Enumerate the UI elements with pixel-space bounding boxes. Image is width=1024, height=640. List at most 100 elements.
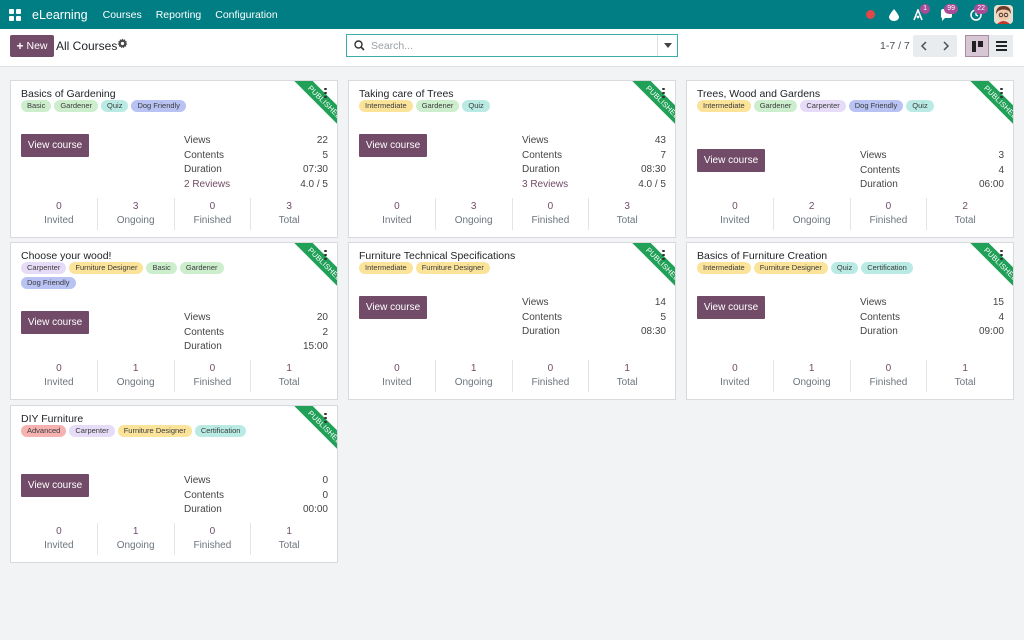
activity-icon[interactable]: 1 <box>906 0 930 29</box>
finished-label: Finished <box>531 377 570 388</box>
footer-finished[interactable]: 0 Finished <box>173 360 251 392</box>
footer-ongoing[interactable]: 3 Ongoing <box>96 198 174 230</box>
footer-invited[interactable]: 0 Invited <box>21 360 97 392</box>
footer-invited[interactable]: 0 Invited <box>21 523 97 555</box>
footer-total[interactable]: 3 Total <box>250 198 327 230</box>
course-card[interactable]: Basics of Furniture Creation PUBLISHED I… <box>686 242 1014 400</box>
card-dropdown-icon[interactable] <box>1000 250 1003 260</box>
new-button[interactable]: + New <box>10 35 54 57</box>
footer-finished[interactable]: 0 Finished <box>849 198 927 230</box>
menu-configuration[interactable]: Configuration <box>215 9 277 21</box>
finished-count: 0 <box>547 201 554 212</box>
view-course-button[interactable]: View course <box>697 149 765 172</box>
course-card[interactable]: Trees, Wood and Gardens PUBLISHED Interm… <box>686 80 1014 238</box>
list-view-button[interactable] <box>989 35 1013 57</box>
stat-contents: Contents 2 <box>184 326 328 341</box>
ongoing-label: Ongoing <box>116 377 155 388</box>
footer-ongoing[interactable]: 3 Ongoing <box>434 198 512 230</box>
ribbon-label: PUBLISHED <box>964 243 1013 301</box>
course-title[interactable]: Taking care of Trees <box>359 88 454 100</box>
footer-invited[interactable]: 0 Invited <box>21 198 97 230</box>
footer-finished[interactable]: 0 Finished <box>173 523 251 555</box>
course-tag: Intermediate <box>359 262 413 274</box>
view-course-button[interactable]: View course <box>21 474 89 497</box>
footer-invited[interactable]: 0 Invited <box>697 360 773 392</box>
user-avatar[interactable] <box>994 5 1013 24</box>
menu-courses[interactable]: Courses <box>103 9 142 21</box>
pager-next-button[interactable] <box>935 35 957 57</box>
total-label: Total <box>616 377 638 388</box>
clock-icon[interactable]: 22 <box>964 0 988 29</box>
menu-reporting[interactable]: Reporting <box>156 9 202 21</box>
course-title[interactable]: DIY Furniture <box>21 413 83 425</box>
stat-views: Views 15 <box>860 296 1004 311</box>
course-title[interactable]: Basics of Gardening <box>21 88 116 100</box>
new-button-label: New <box>26 40 48 52</box>
course-tag: Gardener <box>54 100 99 112</box>
footer-invited[interactable]: 0 Invited <box>359 360 435 392</box>
course-card[interactable]: Basics of Gardening PUBLISHED Basic Garde… <box>10 80 338 238</box>
card-dropdown-icon[interactable] <box>662 88 665 98</box>
course-card[interactable]: Furniture Technical Specifications PUBLI… <box>348 242 676 400</box>
status-dot-icon[interactable] <box>858 0 882 29</box>
course-card[interactable]: Choose your wood! PUBLISHED Carpenter Fur… <box>10 242 338 400</box>
footer-ongoing[interactable]: 1 Ongoing <box>434 360 512 392</box>
course-card[interactable]: DIY Furniture PUBLISHED Advanced Carpente… <box>10 405 338 563</box>
stat-contents: Contents 0 <box>184 489 328 504</box>
footer-ongoing[interactable]: 2 Ongoing <box>772 198 850 230</box>
pager-previous-button[interactable] <box>913 35 935 57</box>
course-title[interactable]: Trees, Wood and Gardens <box>697 88 820 100</box>
view-course-button[interactable]: View course <box>697 296 765 319</box>
stat-duration: Duration 08:30 <box>522 163 666 178</box>
course-title[interactable]: Basics of Furniture Creation <box>697 250 827 262</box>
course-tag: Dog Friendly <box>131 100 186 112</box>
kanban-view-button[interactable] <box>965 35 989 57</box>
card-dropdown-icon[interactable] <box>324 413 327 423</box>
footer-finished[interactable]: 0 Finished <box>849 360 927 392</box>
gear-icon[interactable] <box>117 38 128 52</box>
apps-menu-icon[interactable] <box>9 8 21 21</box>
footer-total[interactable]: 2 Total <box>926 198 1003 230</box>
card-dropdown-icon[interactable] <box>324 88 327 98</box>
view-course-button[interactable]: View course <box>359 296 427 319</box>
footer-finished[interactable]: 0 Finished <box>173 198 251 230</box>
footer-total[interactable]: 1 Total <box>250 360 327 392</box>
footer-ongoing[interactable]: 1 Ongoing <box>96 360 174 392</box>
stat-reviews: 2 Reviews 4.0 / 5 <box>184 178 328 193</box>
footer-total[interactable]: 1 Total <box>588 360 665 392</box>
view-course-button[interactable]: View course <box>21 311 89 334</box>
footer-finished[interactable]: 0 Finished <box>511 360 589 392</box>
reviews-link[interactable]: 2 Reviews <box>184 178 230 193</box>
reviews-link[interactable]: 3 Reviews <box>522 178 568 193</box>
search-icon[interactable] <box>347 40 371 51</box>
course-title[interactable]: Choose your wood! <box>21 250 111 262</box>
card-dropdown-icon[interactable] <box>324 250 327 260</box>
finished-label: Finished <box>193 215 232 226</box>
footer-total[interactable]: 3 Total <box>588 198 665 230</box>
course-card[interactable]: Taking care of Trees PUBLISHED Intermedi… <box>348 80 676 238</box>
footer-ongoing[interactable]: 1 Ongoing <box>772 360 850 392</box>
messages-icon[interactable]: 99 <box>934 0 958 29</box>
course-stats: Views 20 Contents 2 Duration 15:00 <box>184 311 328 355</box>
published-ribbon: PUBLISHED <box>615 81 675 141</box>
footer-total[interactable]: 1 Total <box>926 360 1003 392</box>
card-dropdown-icon[interactable] <box>662 250 665 260</box>
footer-ongoing[interactable]: 1 Ongoing <box>96 523 174 555</box>
search-options-toggle[interactable] <box>657 35 677 56</box>
invited-count: 0 <box>394 201 400 212</box>
card-dropdown-icon[interactable] <box>1000 88 1003 98</box>
course-title[interactable]: Furniture Technical Specifications <box>359 250 515 262</box>
view-course-button[interactable]: View course <box>21 134 89 157</box>
search-input[interactable] <box>371 35 657 56</box>
footer-total[interactable]: 1 Total <box>250 523 327 555</box>
views-label: Views <box>860 297 887 308</box>
app-name[interactable]: eLearning <box>32 8 88 22</box>
course-footer: 0 Invited 3 Ongoing 0 Finished 3 Total <box>21 198 327 230</box>
view-course-button[interactable]: View course <box>359 134 427 157</box>
footer-finished[interactable]: 0 Finished <box>511 198 589 230</box>
footer-invited[interactable]: 0 Invited <box>359 198 435 230</box>
footer-invited[interactable]: 0 Invited <box>697 198 773 230</box>
stat-views: Views 3 <box>860 149 1004 164</box>
pager-value[interactable]: 1-7 / 7 <box>880 40 910 52</box>
drop-icon[interactable] <box>882 0 906 29</box>
